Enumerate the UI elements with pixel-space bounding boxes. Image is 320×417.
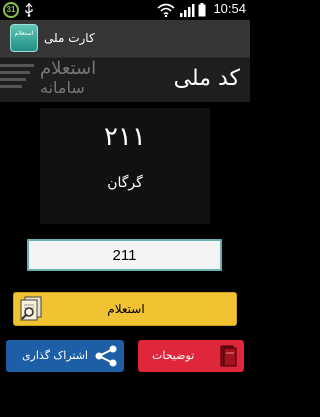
status-bar: 31 10:54 [0, 0, 250, 20]
result-code: ۲۱۱ [104, 122, 146, 152]
app-icon[interactable]: استعلام [10, 24, 38, 52]
action-bar: استعلام کارت ملی [0, 20, 250, 58]
inquiry-button-label: استعلام [107, 302, 145, 316]
share-button-label: اشتراک گذاری [21, 349, 88, 362]
usb-icon [25, 3, 33, 17]
description-button[interactable]: توضیحات [138, 340, 244, 372]
notification-badge: 31 [3, 2, 19, 18]
result-city: گرگان [107, 175, 143, 191]
page-title: کد ملی [173, 66, 240, 91]
watermark-subtext: سامانه [40, 78, 85, 97]
app-title: کارت ملی [44, 31, 95, 45]
book-icon [220, 345, 237, 367]
description-button-label: توضیحات [152, 349, 195, 362]
clock: 10:54 [213, 1, 246, 16]
inquiry-button[interactable]: استعلام [13, 292, 237, 326]
wifi-icon [157, 3, 175, 17]
share-button[interactable]: اشتراک گذاری [6, 340, 124, 372]
share-icon [95, 345, 117, 367]
signal-icon [180, 4, 195, 17]
watermark-text: استعلام [40, 58, 97, 79]
watermark-lines-icon [0, 64, 34, 88]
battery-icon [198, 3, 206, 17]
code-input[interactable] [27, 239, 222, 271]
